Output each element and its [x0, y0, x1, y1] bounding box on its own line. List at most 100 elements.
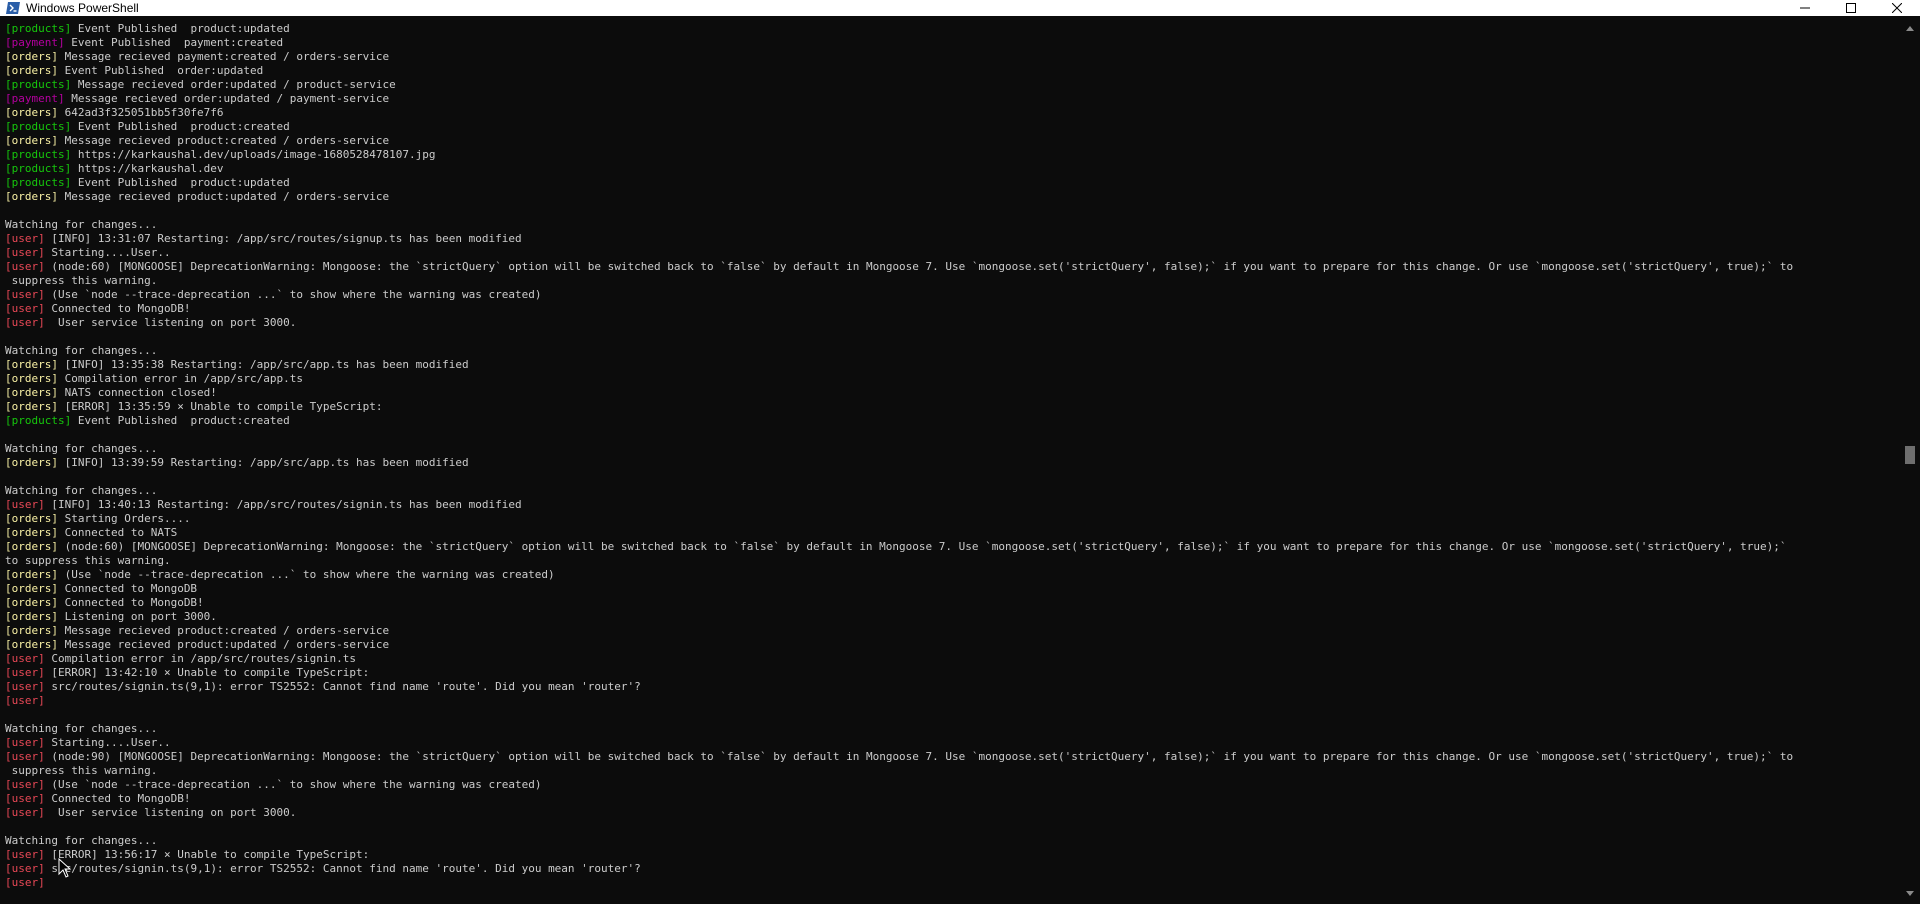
scrollbar-thumb[interactable] [1905, 446, 1915, 464]
vertical-scrollbar[interactable] [1900, 16, 1920, 904]
service-tag: [products] [5, 120, 72, 133]
service-tag: [user] [5, 666, 45, 679]
console-line: [orders] Listening on port 3000. [5, 610, 1895, 624]
console-line: suppress this warning. [5, 764, 1895, 778]
console-line: [user] [INFO] 13:40:13 Restarting: /app/… [5, 498, 1895, 512]
service-tag: [user] [5, 498, 45, 511]
service-tag: [user] [5, 288, 45, 301]
console-line: [user] Compilation error in /app/src/rou… [5, 652, 1895, 666]
line-text: (Use `node --trace-deprecation ...` to s… [44, 288, 542, 301]
close-icon [1892, 3, 1902, 13]
service-tag: [products] [5, 22, 72, 35]
line-text: [INFO] 13:39:59 Restarting: /app/src/app… [57, 456, 469, 469]
service-tag: [orders] [5, 610, 58, 623]
line-text: Watching for changes... [5, 344, 158, 357]
service-tag: [user] [5, 302, 45, 315]
separator-line [5, 470, 1895, 484]
console-line: Watching for changes... [5, 722, 1895, 736]
line-text: NATS connection closed! [57, 386, 217, 399]
line-text: suppress this warning. [5, 274, 158, 287]
service-tag: [orders] [5, 568, 58, 581]
maximize-button[interactable] [1828, 0, 1874, 16]
service-tag: [user] [5, 260, 45, 273]
console-output[interactable]: [products] Event Published product:updat… [5, 22, 1895, 898]
service-tag: [orders] [5, 386, 58, 399]
line-text: https://karkaushal.dev/uploads/image-168… [71, 148, 436, 161]
line-text: to suppress this warning. [5, 554, 171, 567]
console-line: [user] (node:90) [MONGOOSE] DeprecationW… [5, 750, 1895, 764]
line-text: [INFO] 13:35:38 Restarting: /app/src/app… [57, 358, 469, 371]
line-text: [ERROR] 13:56:17 ⨯ Unable to compile Typ… [44, 848, 370, 861]
service-tag: [orders] [5, 638, 58, 651]
title-bar[interactable]: Windows PowerShell [0, 0, 1920, 16]
line-text: Compilation error in /app/src/routes/sig… [44, 652, 357, 665]
close-button[interactable] [1874, 0, 1920, 16]
console-line: [user] Connected to MongoDB! [5, 792, 1895, 806]
line-text: Watching for changes... [5, 484, 158, 497]
console-line: [products] Message recieved order:update… [5, 78, 1895, 92]
line-text: Event Published product:created [71, 414, 290, 427]
service-tag: [orders] [5, 456, 58, 469]
minimize-button[interactable] [1782, 0, 1828, 16]
console-line: [orders] Compilation error in /app/src/a… [5, 372, 1895, 386]
console-line: [orders] Message recieved product:update… [5, 638, 1895, 652]
line-text: Message recieved payment:created / order… [57, 50, 390, 63]
console-line: [products] https://karkaushal.dev/upload… [5, 148, 1895, 162]
console-line: [user] User service listening on port 30… [5, 316, 1895, 330]
scroll-up-icon[interactable] [1906, 26, 1914, 31]
console-line: [products] https://karkaushal.dev [5, 162, 1895, 176]
line-text: Event Published product:updated [71, 22, 290, 35]
service-tag: [orders] [5, 372, 58, 385]
line-text: Message recieved order:updated / product… [71, 78, 396, 91]
console-line: [orders] Message recieved product:create… [5, 624, 1895, 638]
console-line: [orders] Message recieved product:create… [5, 134, 1895, 148]
service-tag: [orders] [5, 624, 58, 637]
service-tag: [user] [5, 232, 45, 245]
console-line: [orders] [INFO] 13:39:59 Restarting: /ap… [5, 456, 1895, 470]
scroll-down-icon[interactable] [1906, 891, 1914, 896]
console-line: [products] Event Published product:updat… [5, 22, 1895, 36]
line-text: Connected to MongoDB! [44, 302, 191, 315]
service-tag: [user] [5, 652, 45, 665]
console-line: [products] Event Published product:creat… [5, 120, 1895, 134]
separator-line [5, 428, 1895, 442]
line-text: [INFO] 13:40:13 Restarting: /app/src/rou… [44, 498, 522, 511]
line-text: (node:90) [MONGOOSE] DeprecationWarning:… [44, 750, 1794, 763]
console-line: [orders] Event Published order:updated [5, 64, 1895, 78]
service-tag: [payment] [5, 36, 65, 49]
service-tag: [user] [5, 792, 45, 805]
console-line: [orders] 642ad3f325051bb5f30fe7f6 [5, 106, 1895, 120]
console-line: [orders] NATS connection closed! [5, 386, 1895, 400]
line-text: src/routes/signin.ts(9,1): error TS2552:… [44, 862, 641, 875]
console-line: [orders] Message recieved payment:create… [5, 50, 1895, 64]
console-line: [user] [INFO] 13:31:07 Restarting: /app/… [5, 232, 1895, 246]
maximize-icon [1846, 3, 1856, 13]
line-text: src/routes/signin.ts(9,1): error TS2552:… [44, 680, 641, 693]
line-text: User service listening on port 3000. [44, 316, 297, 329]
line-text: Connected to MongoDB! [57, 596, 204, 609]
console-line: [products] Event Published product:creat… [5, 414, 1895, 428]
console-line: [user] Connected to MongoDB! [5, 302, 1895, 316]
line-text: Message recieved product:updated / order… [57, 190, 390, 203]
minimize-icon [1800, 7, 1810, 9]
line-text: (Use `node --trace-deprecation ...` to s… [44, 778, 542, 791]
powershell-icon [6, 1, 20, 15]
service-tag: [user] [5, 806, 45, 819]
line-text: [ERROR] 13:35:59 ⨯ Unable to compile Typ… [57, 400, 383, 413]
console-line: [user] src/routes/signin.ts(9,1): error … [5, 862, 1895, 876]
separator-line [5, 820, 1895, 834]
console-line: [orders] (node:60) [MONGOOSE] Deprecatio… [5, 540, 1895, 554]
service-tag: [orders] [5, 358, 58, 371]
service-tag: [user] [5, 862, 45, 875]
line-text: User service listening on port 3000. [44, 806, 297, 819]
line-text: Watching for changes... [5, 442, 158, 455]
service-tag: [orders] [5, 540, 58, 553]
line-text: Event Published product:created [71, 120, 290, 133]
line-text: Message recieved product:updated / order… [57, 638, 390, 651]
service-tag: [user] [5, 316, 45, 329]
line-text: Starting....User.. [44, 736, 171, 749]
line-text: (node:60) [MONGOOSE] DeprecationWarning:… [44, 260, 1794, 273]
separator-line [5, 330, 1895, 344]
line-text: Starting Orders.... [57, 512, 191, 525]
service-tag: [user] [5, 246, 45, 259]
